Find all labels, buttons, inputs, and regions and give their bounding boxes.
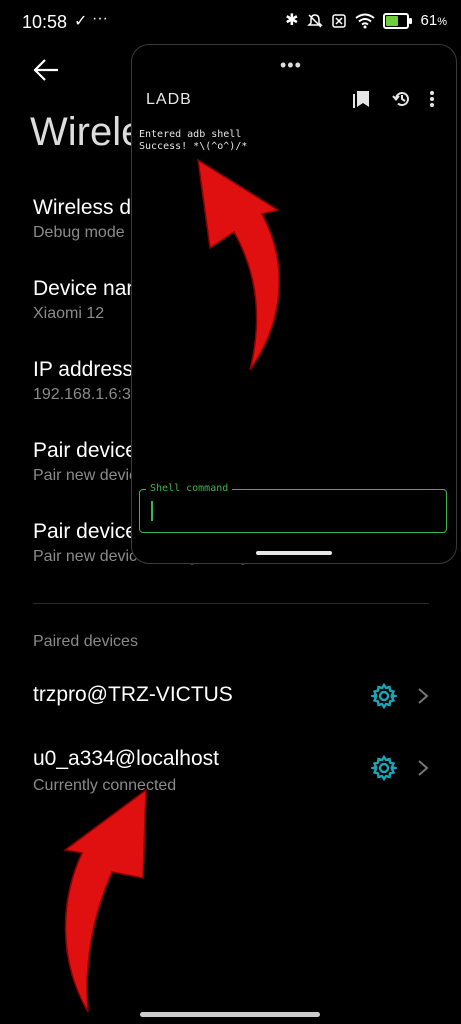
annotation-arrows — [63, 158, 280, 1013]
annotation-arrow-top — [197, 158, 280, 371]
annotation-arrow-bottom — [63, 788, 147, 1013]
navigation-bar[interactable] — [140, 1012, 320, 1017]
